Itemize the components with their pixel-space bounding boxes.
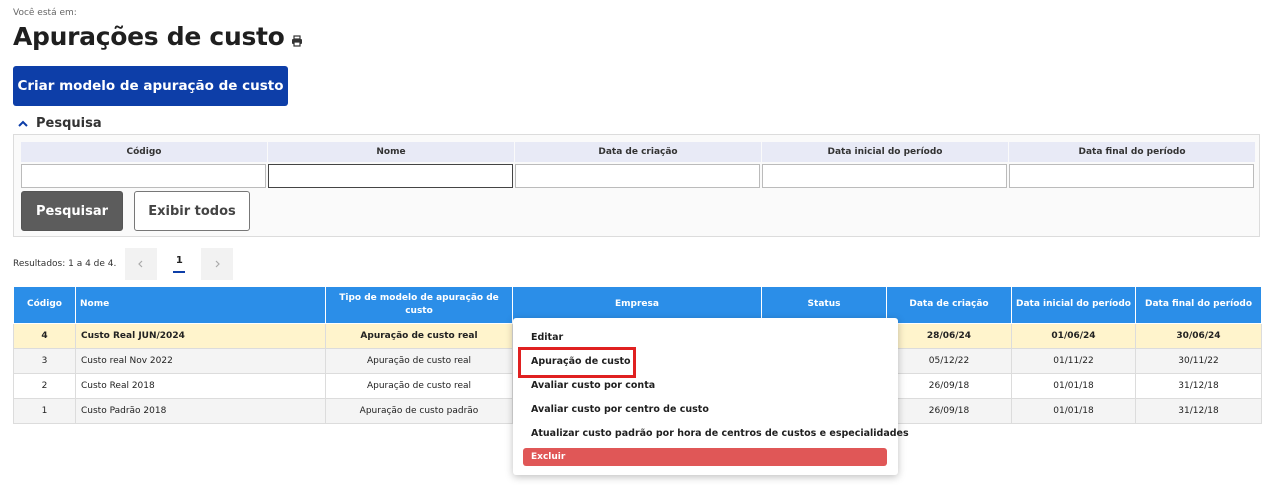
menu-item-atualizar-custo-padrao[interactable]: Atualizar custo padrão por hora de centr… bbox=[531, 428, 909, 439]
page-number: 1 bbox=[175, 255, 183, 266]
print-icon[interactable] bbox=[291, 34, 303, 47]
chevron-up-icon bbox=[18, 120, 28, 127]
col-header-tipo[interactable]: Tipo de modelo de apuração de custo bbox=[325, 286, 513, 324]
codigo-input[interactable] bbox=[21, 164, 266, 188]
col-header-codigo[interactable]: Código bbox=[13, 286, 76, 324]
filter-label-data-final: Data final do período bbox=[1009, 142, 1255, 162]
col-header-data-final[interactable]: Data final do período bbox=[1135, 286, 1262, 324]
menu-item-editar[interactable]: Editar bbox=[531, 332, 563, 343]
title-row: Apurações de custo bbox=[13, 22, 303, 51]
cell-tipo: Apuração de custo real bbox=[325, 348, 513, 374]
nome-input[interactable] bbox=[268, 164, 513, 188]
show-all-button[interactable]: Exibir todos bbox=[134, 191, 250, 231]
cell-tipo: Apuração de custo padrão bbox=[325, 398, 513, 424]
filter-label-codigo: Código bbox=[21, 142, 267, 162]
data-inicial-input[interactable] bbox=[762, 164, 1007, 188]
cell-nome: Custo Padrão 2018 bbox=[75, 398, 326, 424]
prev-page-button[interactable] bbox=[125, 248, 158, 280]
cell-nome: Custo real Nov 2022 bbox=[75, 348, 326, 374]
cell-data-final: 30/06/24 bbox=[1135, 323, 1262, 349]
search-section-label: Pesquisa bbox=[36, 116, 102, 131]
search-section-toggle[interactable]: Pesquisa bbox=[17, 116, 102, 131]
cell-nome: Custo Real 2018 bbox=[75, 373, 326, 399]
chevron-right-icon bbox=[215, 260, 221, 268]
current-page-indicator bbox=[173, 271, 186, 273]
row-context-menu: Editar Apuração de custo Avaliar custo p… bbox=[513, 318, 909, 475]
cell-data-criacao: 28/06/24 bbox=[886, 323, 1012, 349]
filter-grid: Código Nome Data de criação Data inicial… bbox=[21, 142, 1255, 188]
col-header-data-inicial[interactable]: Data inicial do período bbox=[1011, 286, 1136, 324]
cell-data-criacao: 26/09/18 bbox=[886, 398, 1012, 424]
menu-item-avaliar-por-conta[interactable]: Avaliar custo por conta bbox=[531, 380, 655, 391]
page-title: Apurações de custo bbox=[13, 22, 285, 51]
filter-label-nome: Nome bbox=[268, 142, 514, 162]
menu-item-avaliar-por-centro[interactable]: Avaliar custo por centro de custo bbox=[531, 404, 709, 415]
menu-item-excluir[interactable]: Excluir bbox=[523, 448, 887, 466]
cell-data-inicial: 01/11/22 bbox=[1011, 348, 1136, 374]
breadcrumb: Você está em: bbox=[13, 8, 77, 18]
cell-data-inicial: 01/01/18 bbox=[1011, 373, 1136, 399]
cell-data-final: 31/12/18 bbox=[1135, 373, 1262, 399]
results-count: Resultados: 1 a 4 de 4. bbox=[13, 259, 117, 269]
cell-codigo: 4 bbox=[13, 323, 76, 349]
page-1-button[interactable]: 1 bbox=[163, 248, 196, 280]
cell-nome: Custo Real JUN/2024 bbox=[75, 323, 326, 349]
cell-data-inicial: 01/01/18 bbox=[1011, 398, 1136, 424]
cell-tipo: Apuração de custo real bbox=[325, 373, 513, 399]
col-header-data-criacao[interactable]: Data de criação bbox=[886, 286, 1012, 324]
cell-data-criacao: 26/09/18 bbox=[886, 373, 1012, 399]
search-panel: Código Nome Data de criação Data inicial… bbox=[13, 134, 1260, 237]
create-cost-model-button[interactable]: Criar modelo de apuração de custo bbox=[13, 66, 288, 106]
data-criacao-input[interactable] bbox=[515, 164, 760, 188]
cell-tipo: Apuração de custo real bbox=[325, 323, 513, 349]
cell-data-criacao: 05/12/22 bbox=[886, 348, 1012, 374]
cell-data-inicial: 01/06/24 bbox=[1011, 323, 1136, 349]
pagination-bar: Resultados: 1 a 4 de 4. 1 bbox=[13, 248, 234, 280]
cell-codigo: 2 bbox=[13, 373, 76, 399]
cell-codigo: 3 bbox=[13, 348, 76, 374]
next-page-button[interactable] bbox=[201, 248, 234, 280]
cell-data-final: 30/11/22 bbox=[1135, 348, 1262, 374]
menu-item-apuracao-de-custo[interactable]: Apuração de custo bbox=[531, 356, 631, 367]
cell-codigo: 1 bbox=[13, 398, 76, 424]
chevron-left-icon bbox=[138, 260, 143, 268]
search-button[interactable]: Pesquisar bbox=[21, 191, 123, 231]
data-final-input[interactable] bbox=[1009, 164, 1254, 188]
col-header-nome[interactable]: Nome bbox=[75, 286, 326, 324]
filter-label-data-criacao: Data de criação bbox=[515, 142, 761, 162]
cell-data-final: 31/12/18 bbox=[1135, 398, 1262, 424]
filter-label-data-inicial: Data inicial do período bbox=[762, 142, 1008, 162]
